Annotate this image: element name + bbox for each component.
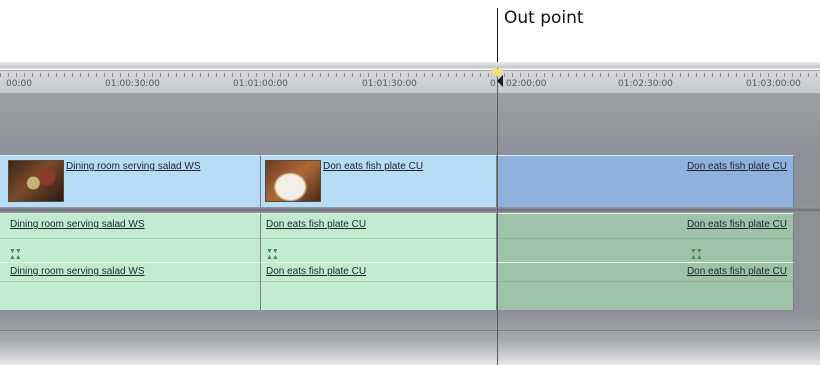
timecode-label: 01:01:00:00 [233,79,288,89]
video-track: Dining room serving salad WS Don eats fi… [0,155,820,207]
audio-level-line [497,281,793,282]
audio-level-line [0,238,260,239]
audio-clip[interactable]: Dining room serving salad WS ▼▼ ▲▲ [0,213,261,263]
clip-name: Don eats fish plate CU [686,161,787,172]
audio-level-line [261,281,496,282]
playhead-line [497,70,498,365]
audio-level-line [497,238,793,239]
link-marker-icon: ▼▼ ▲▲ [266,248,279,261]
video-clip[interactable]: Don eats fish plate CU [261,155,497,207]
clip-name: Dining room serving salad WS [66,161,201,172]
out-point-callout-line [497,8,498,70]
video-clip[interactable]: Dining room serving salad WS [0,155,261,207]
link-marker-icon: ▼▼ ▲▲ [690,248,703,261]
clip-name: Don eats fish plate CU [686,219,787,230]
audio-clip[interactable]: Don eats fish plate CU [497,262,794,310]
clip-name: Don eats fish plate CU [686,266,787,277]
ruler-ticks [0,73,820,77]
audio-clip[interactable]: Don eats fish plate CU ▼▼ ▲▲ [497,213,794,263]
link-marker-icon: ▼▼ ▲▲ [9,248,22,261]
timecode-label: 01:02:30:00 [618,79,673,89]
fish-plate-thumbnail [265,160,321,202]
track-divider [0,330,820,331]
audio-clip[interactable]: Don eats fish plate CU [261,262,497,310]
out-point-callout-label: Out point [504,8,584,28]
timecode-label: 01:01:30:00 [362,79,417,89]
timecode-label: 01:00:30:00 [105,79,160,89]
timecode-label: 0 [490,79,496,89]
empty-track-area-bottom [0,310,820,365]
video-clip[interactable]: Don eats fish plate CU [497,155,794,207]
clip-name: Don eats fish plate CU [323,161,424,172]
clip-name: Dining room serving salad WS [10,219,145,230]
playhead-icon[interactable] [497,75,503,87]
clip-name: Don eats fish plate CU [266,266,367,277]
time-ruler[interactable]: 00:00 01:00:30:00 01:01:00:00 01:01:30:0… [0,70,820,94]
audio-level-line [261,238,496,239]
timecode-label: 00:00 [6,79,32,89]
audio-level-line [0,281,260,282]
audio-track-2: Dining room serving salad WS Don eats fi… [0,262,820,310]
empty-track-area [0,93,820,155]
clip-name: Don eats fish plate CU [266,219,367,230]
dining-room-thumbnail [8,160,64,202]
clip-name: Dining room serving salad WS [10,266,145,277]
audio-clip[interactable]: Don eats fish plate CU ▼▼ ▲▲ [261,213,497,263]
timecode-label: 01:03:00:00 [746,79,801,89]
audio-track-1: Dining room serving salad WS ▼▼ ▲▲ Don ea… [0,213,820,263]
audio-clip[interactable]: Dining room serving salad WS [0,262,261,310]
timecode-label: 02:00:00 [506,79,547,89]
